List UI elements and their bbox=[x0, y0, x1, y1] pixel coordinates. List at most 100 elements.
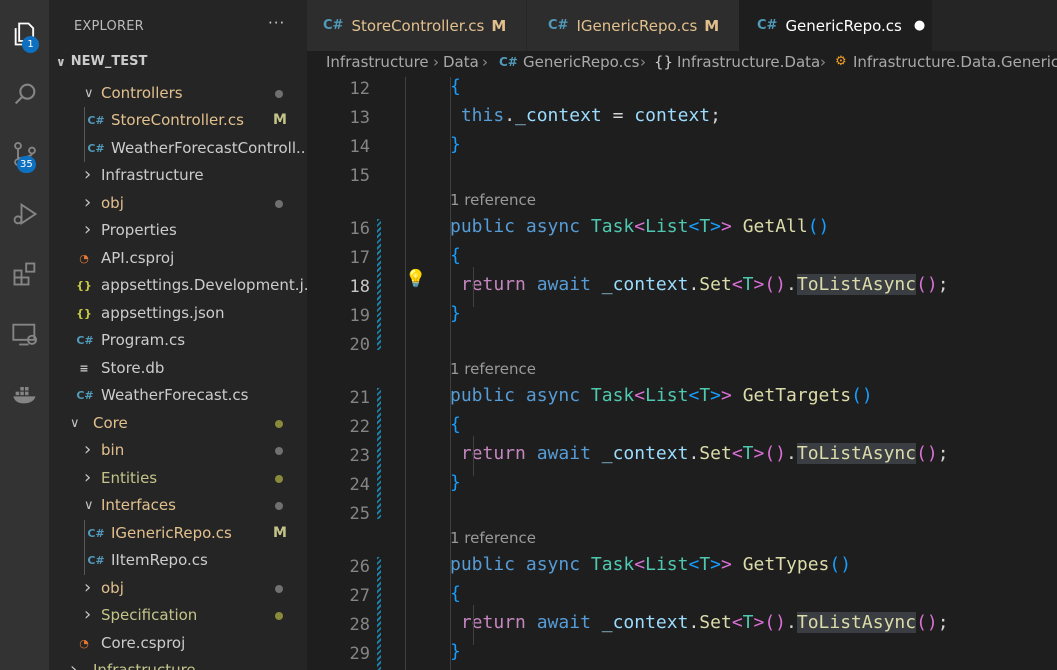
chevron-down-icon: ∨ bbox=[84, 86, 94, 101]
unsaved-dot-icon[interactable]: ● bbox=[914, 18, 925, 33]
reference-codelens[interactable]: 1 reference bbox=[450, 360, 536, 378]
modified-dot-icon bbox=[275, 475, 283, 483]
code-line[interactable]: return await _context.Set<T>().ToListAsy… bbox=[450, 443, 949, 464]
tree-file-program-cs[interactable]: C# Program.cs bbox=[49, 327, 307, 354]
tree-file-iitemrepo-cs[interactable]: C# IItemRepo.cs bbox=[49, 547, 307, 574]
tree-file-weatherforecast-cs[interactable]: C# WeatherForecast.cs bbox=[49, 382, 307, 409]
code-line[interactable]: return await _context.Set<T>().ToListAsy… bbox=[450, 274, 949, 295]
workspace-section-header[interactable]: ∨ NEW_TEST bbox=[56, 54, 147, 69]
csharp-file-icon: C# bbox=[87, 527, 105, 540]
chevron-right-icon: › bbox=[820, 53, 826, 71]
remote-explorer-activity[interactable] bbox=[0, 312, 49, 356]
line-number: 24 bbox=[349, 475, 370, 495]
tree-folder-specification[interactable]: › Specification bbox=[49, 602, 307, 629]
code-line[interactable]: return await _context.Set<T>().ToListAsy… bbox=[450, 612, 949, 633]
line-number: 21 bbox=[349, 388, 370, 408]
namespace-icon: {} bbox=[654, 53, 674, 71]
class-icon: ⚙ bbox=[835, 54, 847, 69]
tree-folder-properties[interactable]: › Properties bbox=[49, 217, 307, 244]
explorer-badge: 1 bbox=[22, 36, 39, 53]
code-line[interactable]: } bbox=[450, 134, 461, 155]
tab-storecontroller[interactable]: C# StoreController.cs M bbox=[307, 0, 526, 51]
git-modified-gutter bbox=[377, 388, 381, 519]
indent-guide bbox=[405, 77, 406, 670]
breadcrumb-data[interactable]: Data bbox=[443, 53, 479, 71]
tree-file-storecontroller-cs[interactable]: C# StoreController.cs M bbox=[49, 107, 307, 134]
docker-icon bbox=[12, 387, 36, 404]
extensions-activity[interactable] bbox=[0, 252, 49, 296]
tree-folder-obj[interactable]: › obj bbox=[49, 190, 307, 217]
tab-igenericrepo[interactable]: C# IGenericRepo.cs M bbox=[527, 0, 739, 51]
source-control-activity[interactable]: 35 bbox=[0, 132, 49, 176]
line-number: 14 bbox=[349, 137, 370, 157]
code-line[interactable]: this._context = context; bbox=[450, 105, 721, 126]
tree-folder-bin[interactable]: › bin bbox=[49, 437, 307, 464]
chevron-right-icon: › bbox=[84, 439, 92, 460]
tree-item-label: Controllers bbox=[101, 84, 183, 102]
search-icon bbox=[14, 83, 35, 105]
line-number: 25 bbox=[349, 504, 370, 524]
chevron-down-icon: ∨ bbox=[84, 498, 94, 513]
code-editor[interactable]: 12 {13 this._context = context; 14} 15 16 pub… bbox=[307, 76, 1057, 670]
tree-file-api-csproj[interactable]: ◔ API.csproj bbox=[49, 245, 307, 272]
code-line[interactable]: } bbox=[450, 472, 461, 493]
indent-guide bbox=[473, 605, 474, 645]
tree-item-label: Specification bbox=[101, 606, 198, 624]
code-line[interactable]: { bbox=[450, 76, 461, 97]
tree-folder-obj[interactable]: › obj bbox=[49, 575, 307, 602]
modified-dot-icon bbox=[275, 200, 283, 208]
breadcrumb-namespace[interactable]: Infrastructure.Data bbox=[677, 53, 820, 71]
csharp-file-icon: C# bbox=[757, 18, 778, 33]
code-line[interactable]: { bbox=[450, 414, 461, 435]
breadcrumb-file[interactable]: GenericRepo.cs bbox=[523, 53, 639, 71]
chevron-right-icon: › bbox=[84, 467, 92, 488]
code-line[interactable]: } bbox=[450, 641, 461, 662]
code-line[interactable]: public async Task<List<T>> GetTargets() bbox=[450, 385, 873, 406]
tree-file-igenericrepo-cs[interactable]: C# IGenericRepo.cs M bbox=[49, 520, 307, 547]
line-number: 26 bbox=[349, 557, 370, 577]
code-line[interactable]: { bbox=[450, 583, 461, 604]
tree-file-store-db[interactable]: ≡ Store.db bbox=[49, 355, 307, 382]
chevron-right-icon: › bbox=[84, 164, 92, 185]
tree-folder-infrastructure[interactable]: › Infrastructure bbox=[49, 162, 307, 189]
docker-activity[interactable] bbox=[0, 372, 49, 416]
tab-label: GenericRepo.cs bbox=[785, 16, 902, 35]
indent-guide bbox=[473, 267, 474, 307]
tree-folder-core[interactable]: ∨ Core bbox=[49, 410, 307, 437]
tree-folder-entities[interactable]: › Entities bbox=[49, 465, 307, 492]
breadcrumb-infrastructure[interactable]: Infrastructure bbox=[326, 53, 429, 71]
git-status-badge: M bbox=[273, 525, 287, 541]
more-actions-icon[interactable]: ··· bbox=[268, 14, 285, 32]
breadcrumb-class[interactable]: Infrastructure.Data.GenericRe bbox=[853, 53, 1057, 71]
search-activity[interactable] bbox=[0, 72, 49, 116]
code-line[interactable]: public async Task<List<T>> GetAll() bbox=[450, 216, 829, 237]
tree-file-appsettings-json[interactable]: {} appsettings.json bbox=[49, 300, 307, 327]
explorer-title: EXPLORER bbox=[74, 19, 144, 34]
chevron-right-icon: › bbox=[70, 659, 78, 670]
run-debug-activity[interactable] bbox=[0, 192, 49, 236]
explorer-activity[interactable]: 1 bbox=[0, 12, 49, 56]
tab-label: StoreController.cs bbox=[351, 16, 485, 35]
reference-codelens[interactable]: 1 reference bbox=[450, 529, 536, 547]
tab-genericrepo[interactable]: C# GenericRepo.cs ● bbox=[739, 0, 932, 51]
tree-file-weatherforecastcontroll[interactable]: C# WeatherForecastControll... bbox=[49, 135, 307, 162]
code-line[interactable]: } bbox=[450, 303, 461, 324]
code-line[interactable]: public async Task<List<T>> GetTypes() bbox=[450, 554, 851, 575]
tree-file-appsettings-development-j[interactable]: {} appsettings.Development.j... bbox=[49, 272, 307, 299]
tree-folder-interfaces[interactable]: ∨ Interfaces bbox=[49, 492, 307, 519]
modified-dot-icon bbox=[275, 502, 283, 510]
scm-badge: 35 bbox=[17, 156, 36, 173]
tree-file-core-csproj[interactable]: ◔ Core.csproj bbox=[49, 630, 307, 657]
tree-folder-infrastructure[interactable]: › Infrastructure bbox=[49, 657, 307, 670]
line-number: 20 bbox=[349, 335, 370, 355]
tree-folder-controllers[interactable]: ∨ Controllers bbox=[49, 80, 307, 107]
code-line[interactable]: { bbox=[450, 245, 461, 266]
tree-indent-guide bbox=[84, 520, 85, 575]
git-modified-gutter bbox=[377, 557, 381, 670]
tree-item-label: Store.db bbox=[101, 359, 165, 377]
lightbulb-icon[interactable]: 💡 bbox=[405, 269, 426, 289]
tree-item-label: Properties bbox=[101, 221, 177, 239]
chevron-right-icon: › bbox=[84, 219, 92, 240]
reference-codelens[interactable]: 1 reference bbox=[450, 191, 536, 209]
line-number: 17 bbox=[349, 248, 370, 268]
